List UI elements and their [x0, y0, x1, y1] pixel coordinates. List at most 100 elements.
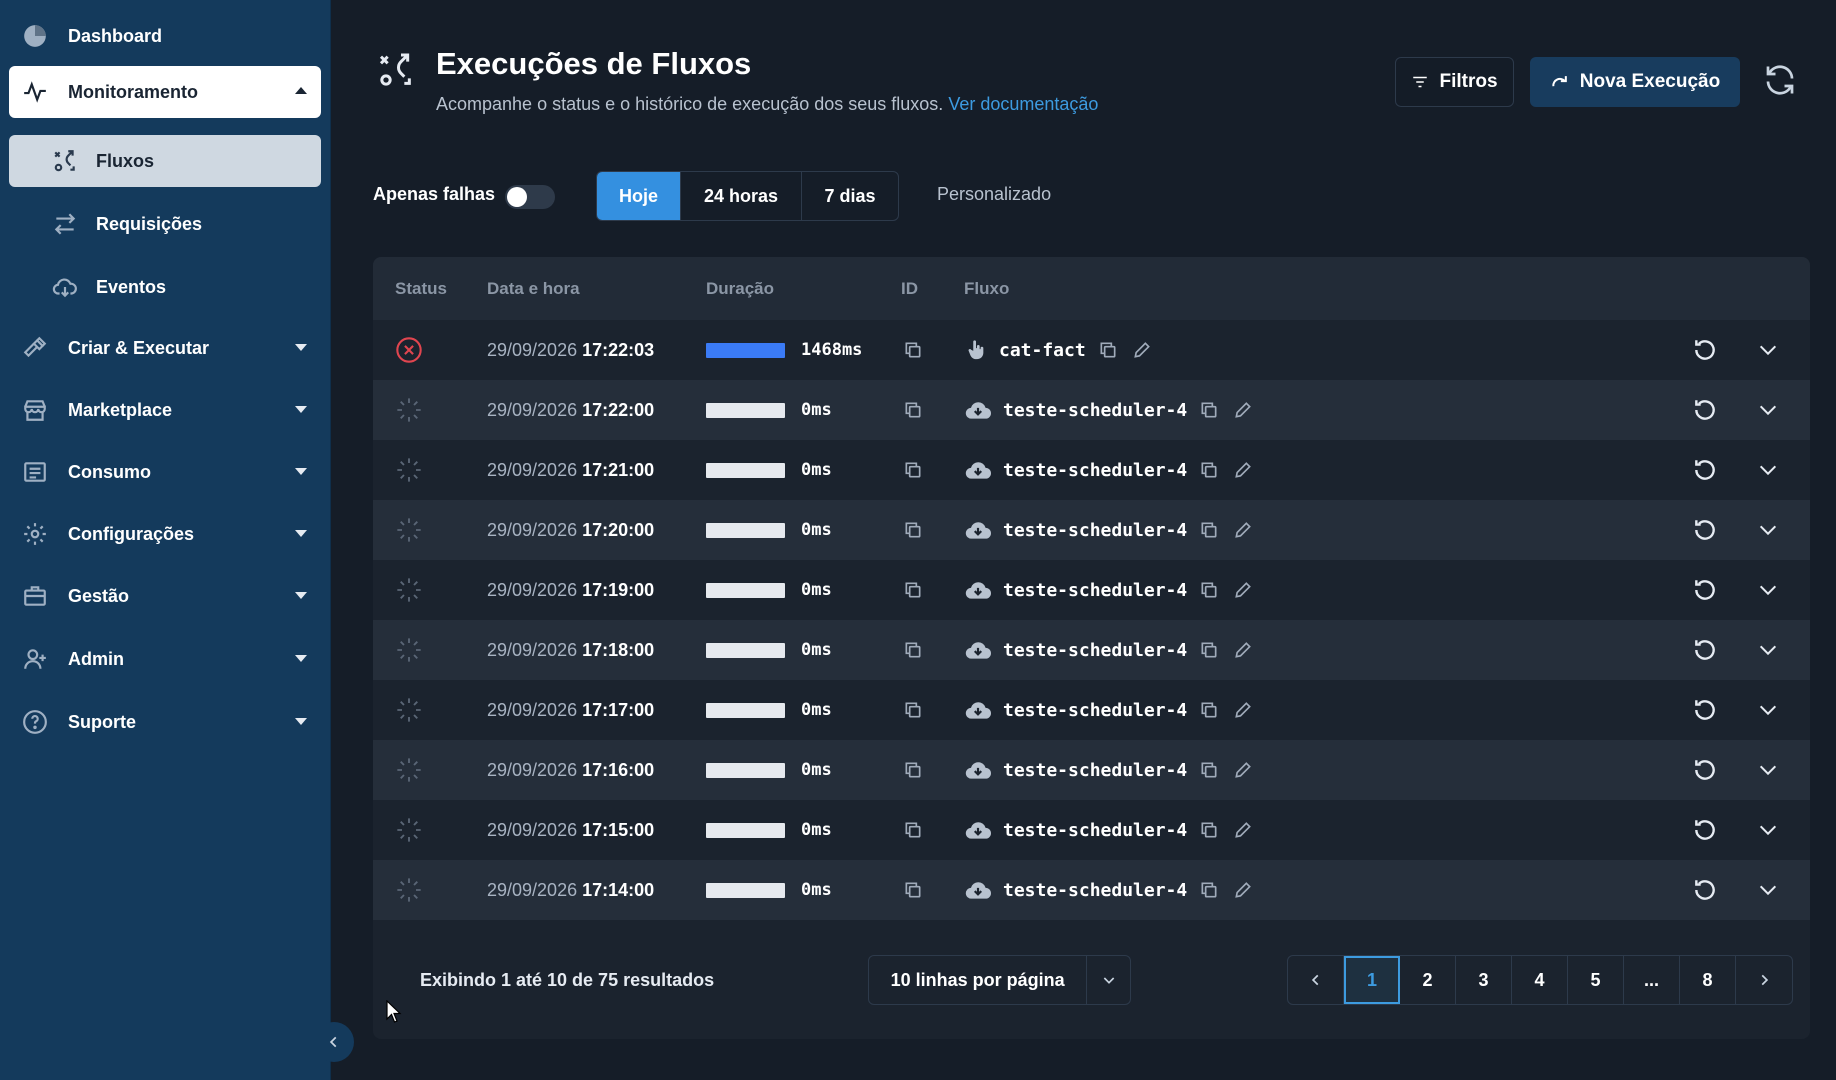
flow-name[interactable]: teste-scheduler-4 [1003, 880, 1187, 901]
only-failures-toggle[interactable] [505, 185, 555, 209]
copy-icon[interactable] [1199, 820, 1219, 840]
flow-name[interactable]: teste-scheduler-4 [1003, 760, 1187, 781]
flow-name[interactable]: teste-scheduler-4 [1003, 460, 1187, 481]
table-row[interactable]: 29/09/2026 17:21:00 0ms teste-scheduler-4 [373, 440, 1810, 500]
sidebar-item-requisicoes[interactable]: Requisições [9, 198, 321, 250]
table-row[interactable]: 29/09/2026 17:22:03 1468ms cat-fact [373, 320, 1810, 380]
rerun-icon[interactable] [1692, 620, 1718, 680]
range-7d-button[interactable]: 7 dias [802, 172, 898, 220]
chevron-down-icon[interactable] [1757, 560, 1779, 620]
rows-per-page-select[interactable]: 10 linhas por página [868, 955, 1131, 1005]
flow-name[interactable]: teste-scheduler-4 [1003, 580, 1187, 601]
chevron-down-icon[interactable] [1757, 380, 1779, 440]
table-row[interactable]: 29/09/2026 17:14:00 0ms teste-scheduler-4 [373, 860, 1810, 920]
page-button[interactable]: 1 [1344, 956, 1400, 1004]
copy-icon[interactable] [1199, 520, 1219, 540]
edit-icon[interactable] [1233, 700, 1253, 720]
documentation-link[interactable]: Ver documentação [948, 94, 1098, 114]
filters-button[interactable]: Filtros [1395, 57, 1514, 107]
copy-icon[interactable] [1098, 340, 1118, 360]
table-row[interactable]: 29/09/2026 17:16:00 0ms teste-scheduler-4 [373, 740, 1810, 800]
copy-id-icon[interactable] [903, 380, 923, 440]
copy-id-icon[interactable] [903, 320, 923, 380]
rerun-icon[interactable] [1692, 800, 1718, 860]
rerun-icon[interactable] [1692, 320, 1718, 380]
chevron-down-icon[interactable] [1757, 680, 1779, 740]
table-row[interactable]: 29/09/2026 17:22:00 0ms teste-scheduler-4 [373, 380, 1810, 440]
page-button[interactable]: 3 [1456, 956, 1512, 1004]
copy-id-icon[interactable] [903, 560, 923, 620]
copy-id-icon[interactable] [903, 740, 923, 800]
range-24h-button[interactable]: 24 horas [681, 172, 802, 220]
refresh-button[interactable] [1762, 62, 1802, 102]
sidebar-item-fluxos[interactable]: Fluxos [9, 135, 321, 187]
chevron-down-icon[interactable] [1757, 800, 1779, 860]
next-page-button[interactable] [1736, 956, 1792, 1004]
sidebar-item-marketplace[interactable]: Marketplace [9, 384, 321, 436]
sidebar-item-gestao[interactable]: Gestão [9, 570, 321, 622]
rerun-icon[interactable] [1692, 740, 1718, 800]
flow-name[interactable]: teste-scheduler-4 [1003, 640, 1187, 661]
edit-icon[interactable] [1233, 520, 1253, 540]
copy-id-icon[interactable] [903, 620, 923, 680]
flow-name[interactable]: teste-scheduler-4 [1003, 400, 1187, 421]
table-row[interactable]: 29/09/2026 17:20:00 0ms teste-scheduler-4 [373, 500, 1810, 560]
flow-name[interactable]: teste-scheduler-4 [1003, 520, 1187, 541]
copy-icon[interactable] [1199, 880, 1219, 900]
rerun-icon[interactable] [1692, 560, 1718, 620]
edit-icon[interactable] [1233, 760, 1253, 780]
range-today-button[interactable]: Hoje [597, 172, 681, 220]
edit-icon[interactable] [1233, 580, 1253, 600]
copy-id-icon[interactable] [903, 800, 923, 860]
table-row[interactable]: 29/09/2026 17:18:00 0ms teste-scheduler-4 [373, 620, 1810, 680]
copy-icon[interactable] [1199, 700, 1219, 720]
sidebar-item-criar-executar[interactable]: Criar & Executar [9, 322, 321, 374]
flow-name[interactable]: teste-scheduler-4 [1003, 700, 1187, 721]
copy-id-icon[interactable] [903, 500, 923, 560]
sidebar-item-configuracoes[interactable]: Configurações [9, 508, 321, 560]
edit-icon[interactable] [1233, 640, 1253, 660]
chevron-down-icon[interactable] [1757, 500, 1779, 560]
rerun-icon[interactable] [1692, 440, 1718, 500]
collapse-sidebar-button[interactable] [314, 1022, 354, 1062]
edit-icon[interactable] [1233, 460, 1253, 480]
chevron-down-icon[interactable] [1757, 620, 1779, 680]
chevron-down-icon[interactable] [1757, 440, 1779, 500]
table-row[interactable]: 29/09/2026 17:19:00 0ms teste-scheduler-4 [373, 560, 1810, 620]
range-custom-button[interactable]: Personalizado [937, 184, 1051, 205]
table-row[interactable]: 29/09/2026 17:17:00 0ms teste-scheduler-4 [373, 680, 1810, 740]
page-button[interactable]: 5 [1568, 956, 1624, 1004]
copy-icon[interactable] [1199, 760, 1219, 780]
copy-id-icon[interactable] [903, 860, 923, 920]
sidebar-item-suporte[interactable]: Suporte [9, 696, 321, 748]
sidebar-item-eventos[interactable]: Eventos [9, 261, 321, 313]
edit-icon[interactable] [1233, 400, 1253, 420]
edit-icon[interactable] [1233, 820, 1253, 840]
edit-icon[interactable] [1132, 340, 1152, 360]
page-button[interactable]: 8 [1680, 956, 1736, 1004]
sidebar-item-consumo[interactable]: Consumo [9, 446, 321, 498]
copy-icon[interactable] [1199, 400, 1219, 420]
copy-icon[interactable] [1199, 580, 1219, 600]
rerun-icon[interactable] [1692, 680, 1718, 740]
rerun-icon[interactable] [1692, 860, 1718, 920]
copy-icon[interactable] [1199, 460, 1219, 480]
new-execution-button[interactable]: Nova Execução [1530, 57, 1740, 107]
page-button[interactable]: 4 [1512, 956, 1568, 1004]
chevron-down-icon[interactable] [1757, 860, 1779, 920]
flow-name[interactable]: cat-fact [999, 340, 1086, 361]
copy-id-icon[interactable] [903, 440, 923, 500]
edit-icon[interactable] [1233, 880, 1253, 900]
chevron-down-icon[interactable] [1757, 320, 1779, 380]
table-row[interactable]: 29/09/2026 17:15:00 0ms teste-scheduler-4 [373, 800, 1810, 860]
page-button[interactable]: 2 [1400, 956, 1456, 1004]
sidebar-item-dashboard[interactable]: Dashboard [9, 10, 321, 62]
flow-name[interactable]: teste-scheduler-4 [1003, 820, 1187, 841]
copy-id-icon[interactable] [903, 680, 923, 740]
prev-page-button[interactable] [1288, 956, 1344, 1004]
copy-icon[interactable] [1199, 640, 1219, 660]
sidebar-item-monitoramento[interactable]: Monitoramento [9, 66, 321, 118]
rerun-icon[interactable] [1692, 380, 1718, 440]
rerun-icon[interactable] [1692, 500, 1718, 560]
chevron-down-icon[interactable] [1757, 740, 1779, 800]
